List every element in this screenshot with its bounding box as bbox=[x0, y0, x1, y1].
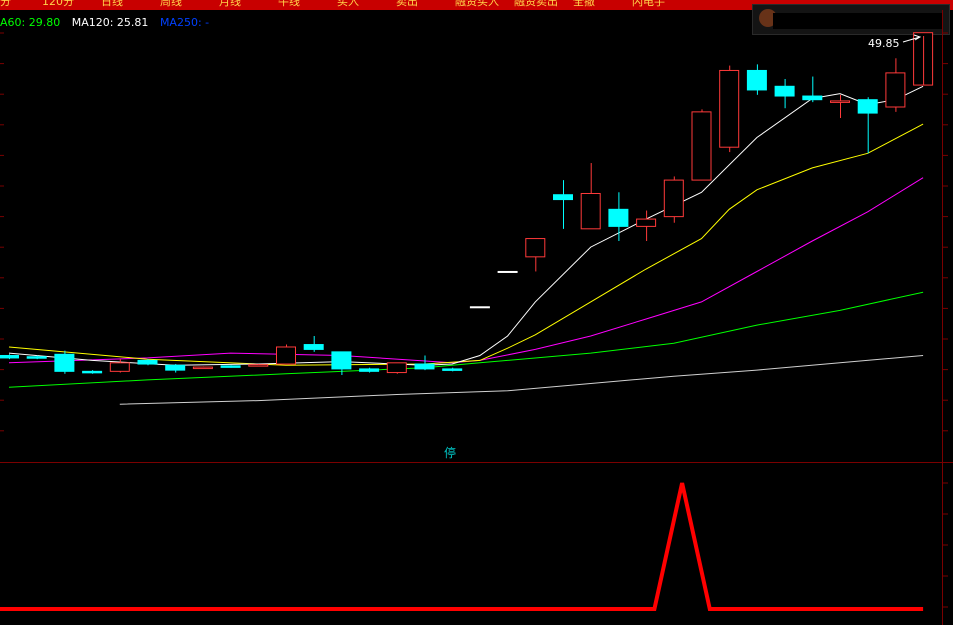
candle[interactable] bbox=[414, 355, 435, 371]
candle-body bbox=[636, 218, 657, 227]
candle-body bbox=[497, 270, 518, 273]
candle[interactable] bbox=[165, 364, 186, 373]
ma20-line bbox=[8, 177, 924, 364]
candle[interactable] bbox=[54, 350, 75, 374]
candle-body bbox=[746, 69, 767, 91]
candle-body bbox=[26, 356, 47, 359]
candle-body bbox=[109, 362, 130, 372]
suspension-label: 停 bbox=[443, 446, 456, 460]
candle-body bbox=[414, 363, 435, 370]
candle-body bbox=[608, 208, 629, 227]
candle-body bbox=[0, 355, 19, 359]
ma10-line bbox=[8, 123, 924, 366]
candle-body bbox=[857, 99, 878, 114]
candle-body bbox=[276, 346, 296, 365]
candle[interactable] bbox=[220, 365, 241, 368]
candle[interactable] bbox=[386, 362, 407, 374]
candle-body bbox=[830, 100, 850, 103]
ma5-line bbox=[8, 85, 924, 366]
candle-body bbox=[719, 69, 740, 148]
candle[interactable] bbox=[248, 364, 269, 367]
ma60-line bbox=[8, 291, 924, 388]
candle[interactable] bbox=[746, 64, 767, 95]
candle[interactable] bbox=[192, 366, 213, 370]
candle[interactable] bbox=[691, 109, 712, 181]
candle-body bbox=[553, 194, 573, 201]
candle[interactable] bbox=[303, 336, 324, 352]
candle[interactable] bbox=[469, 306, 490, 309]
candle-body bbox=[331, 351, 352, 370]
candle[interactable] bbox=[359, 367, 380, 373]
candle[interactable] bbox=[774, 78, 795, 109]
candle[interactable] bbox=[663, 176, 684, 223]
kline-chart[interactable]: 49.85 bbox=[0, 0, 953, 625]
candle[interactable] bbox=[636, 210, 657, 241]
candle[interactable] bbox=[857, 97, 878, 154]
candle-body bbox=[691, 111, 712, 181]
candle-body bbox=[885, 72, 906, 108]
candle[interactable] bbox=[885, 58, 906, 112]
candle-body bbox=[359, 368, 380, 372]
candle-body bbox=[82, 370, 103, 374]
candle-body bbox=[386, 362, 407, 374]
candle[interactable] bbox=[82, 370, 103, 374]
candle[interactable] bbox=[719, 65, 740, 153]
candle-body bbox=[442, 368, 463, 371]
candle[interactable] bbox=[525, 238, 546, 272]
candle-body bbox=[54, 353, 75, 372]
candle-body bbox=[192, 366, 213, 370]
candle[interactable] bbox=[497, 270, 518, 273]
candle[interactable] bbox=[802, 76, 823, 103]
candle-body bbox=[580, 192, 601, 230]
candle[interactable] bbox=[442, 367, 463, 372]
candle-body bbox=[469, 306, 490, 309]
candle[interactable] bbox=[830, 94, 850, 118]
candle-body bbox=[248, 364, 269, 367]
candle-body bbox=[220, 365, 241, 368]
candle-body bbox=[303, 344, 324, 350]
candle-body bbox=[525, 238, 546, 258]
candle[interactable] bbox=[276, 344, 296, 365]
candle-body bbox=[802, 95, 823, 101]
high-price-label: 49.85 bbox=[868, 37, 900, 50]
candle-body bbox=[774, 85, 795, 97]
candle[interactable] bbox=[0, 354, 19, 360]
candle-body bbox=[663, 179, 684, 218]
candle-body bbox=[137, 359, 158, 365]
indicator-line bbox=[0, 482, 924, 611]
candle[interactable] bbox=[553, 180, 573, 229]
candle-body bbox=[165, 364, 186, 371]
candle[interactable] bbox=[580, 163, 601, 230]
candle[interactable] bbox=[137, 359, 158, 366]
candle[interactable] bbox=[608, 192, 629, 241]
